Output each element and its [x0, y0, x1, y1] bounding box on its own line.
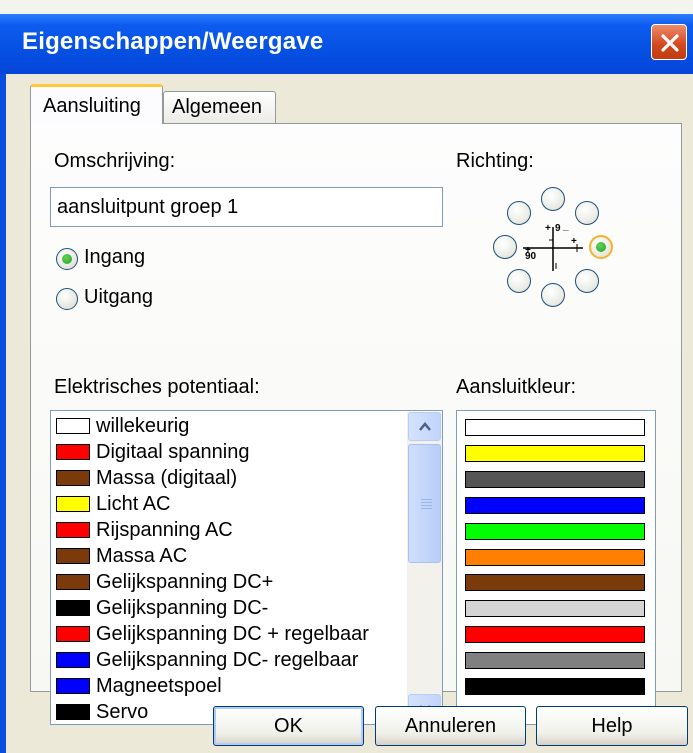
list-item[interactable]: Gelijkspanning DC- regelbaar	[56, 648, 406, 674]
direction-down-left[interactable]	[507, 269, 531, 293]
potential-label: Elektrisches potentiaal:	[54, 376, 260, 398]
color-swatch	[56, 548, 90, 564]
color-bar[interactable]	[465, 522, 645, 540]
list-item-label: Magneetspoel	[96, 675, 222, 697]
color-bar[interactable]	[465, 626, 645, 644]
list-item[interactable]: Gelijkspanning DC+	[56, 570, 406, 596]
color-swatch	[56, 678, 90, 694]
tab-aansluiting[interactable]: Aansluiting	[30, 84, 163, 124]
ok-button[interactable]: OK	[213, 706, 364, 746]
direction-selected-dot	[596, 242, 606, 252]
color-swatch	[56, 444, 90, 460]
list-item[interactable]: Massa (digitaal)	[56, 466, 406, 492]
direction-tick-label: 90	[525, 251, 537, 262]
list-item-label: Gelijkspanning DC-	[96, 597, 269, 619]
direction-up[interactable]	[541, 187, 565, 211]
potential-listbox[interactable]: willekeurig Digitaal spanning Massa (digit…	[50, 410, 443, 725]
list-item[interactable]: Gelijkspanning DC + regelbaar	[56, 622, 406, 648]
list-item[interactable]: Rijspanning AC	[56, 518, 406, 544]
tab-algemeen[interactable]: Algemeen	[163, 91, 276, 123]
list-item[interactable]: willekeurig	[56, 414, 406, 440]
list-item[interactable]: Massa AC	[56, 544, 406, 570]
direction-up-right[interactable]	[575, 201, 599, 225]
list-item-label: Gelijkspanning DC + regelbaar	[96, 623, 369, 645]
color-swatch	[56, 600, 90, 616]
color-bar[interactable]	[465, 444, 645, 462]
list-item-label: willekeurig	[96, 415, 190, 437]
direction-left[interactable]	[493, 235, 517, 259]
list-item-label: Digitaal spanning	[96, 441, 250, 463]
color-bar[interactable]	[465, 419, 645, 436]
list-item-label: Servo	[96, 701, 149, 723]
radio-ingang[interactable]	[56, 248, 78, 270]
color-swatch	[56, 652, 90, 668]
list-item-label: Licht AC	[96, 493, 171, 515]
color-swatch	[56, 574, 90, 590]
potential-scrollbar[interactable]	[407, 412, 442, 723]
list-item-label: Rijspanning AC	[96, 519, 233, 541]
close-button[interactable]	[651, 24, 687, 60]
scroll-thumb[interactable]	[408, 444, 441, 563]
color-swatch	[56, 470, 90, 486]
tab-algemeen-label: Algemeen	[172, 96, 263, 118]
cancel-button[interactable]: Annuleren	[375, 706, 526, 746]
list-item-label: Gelijkspanning DC+	[96, 571, 274, 593]
dialog-title: Eigenschappen/Weergave	[22, 28, 324, 55]
radio-uitgang[interactable]	[56, 288, 78, 310]
list-item[interactable]: Digitaal spanning	[56, 440, 406, 466]
list-item[interactable]: Licht AC	[56, 492, 406, 518]
scroll-up-button[interactable]	[408, 412, 441, 441]
help-button[interactable]: Help	[536, 706, 688, 746]
color-swatch	[56, 522, 90, 538]
description-input[interactable]	[50, 187, 443, 227]
radio-uitgang-label[interactable]: Uitgang	[84, 286, 153, 309]
list-item-label: Gelijkspanning DC- regelbaar	[96, 649, 359, 671]
color-label: Aansluitkleur:	[456, 376, 577, 398]
description-label: Omschrijving:	[54, 150, 176, 172]
list-item[interactable]: Magneetspoel	[56, 674, 406, 700]
direction-label: Richting:	[456, 150, 534, 172]
direction-tick-label: 9	[555, 223, 561, 234]
dialog-window: Eigenschappen/Weergave Aansluiting Algem…	[0, 14, 693, 753]
color-bar[interactable]	[465, 652, 645, 670]
color-bar[interactable]	[465, 574, 645, 592]
radio-ingang-label[interactable]: Ingang	[84, 246, 145, 269]
dialog-client-area: Aansluiting Algemeen Omschrijving: Ingan…	[6, 74, 693, 753]
direction-down[interactable]	[541, 283, 565, 307]
list-item[interactable]: Gelijkspanning DC-	[56, 596, 406, 622]
connection-color-list[interactable]	[456, 410, 656, 725]
color-bar[interactable]	[465, 600, 645, 618]
title-bar[interactable]: Eigenschappen/Weergave	[0, 14, 693, 74]
color-swatch	[56, 418, 90, 434]
color-bar[interactable]	[465, 496, 645, 514]
direction-right[interactable]	[589, 235, 613, 259]
list-item-label: Massa AC	[96, 545, 188, 567]
tab-panel: Omschrijving: Ingang Uitgang Richting: +…	[30, 123, 682, 725]
color-bar[interactable]	[465, 678, 645, 695]
desktop-strip	[0, 0, 693, 14]
close-icon	[661, 34, 679, 52]
direction-tick-label: +	[571, 236, 577, 247]
chevron-up-icon	[419, 422, 431, 431]
color-swatch	[56, 704, 90, 720]
direction-selector: + 9 _ + 90 +	[493, 187, 613, 317]
color-bar[interactable]	[465, 470, 645, 488]
color-bar[interactable]	[465, 548, 645, 566]
direction-up-left[interactable]	[507, 201, 531, 225]
color-swatch	[56, 496, 90, 512]
direction-tick-label: _	[563, 221, 569, 232]
color-swatch	[56, 626, 90, 642]
direction-tick-label: +	[545, 223, 551, 234]
list-item-label: Massa (digitaal)	[96, 467, 238, 489]
direction-down-right[interactable]	[575, 269, 599, 293]
tab-aansluiting-label: Aansluiting	[43, 95, 141, 117]
radio-selected-dot	[62, 254, 72, 264]
